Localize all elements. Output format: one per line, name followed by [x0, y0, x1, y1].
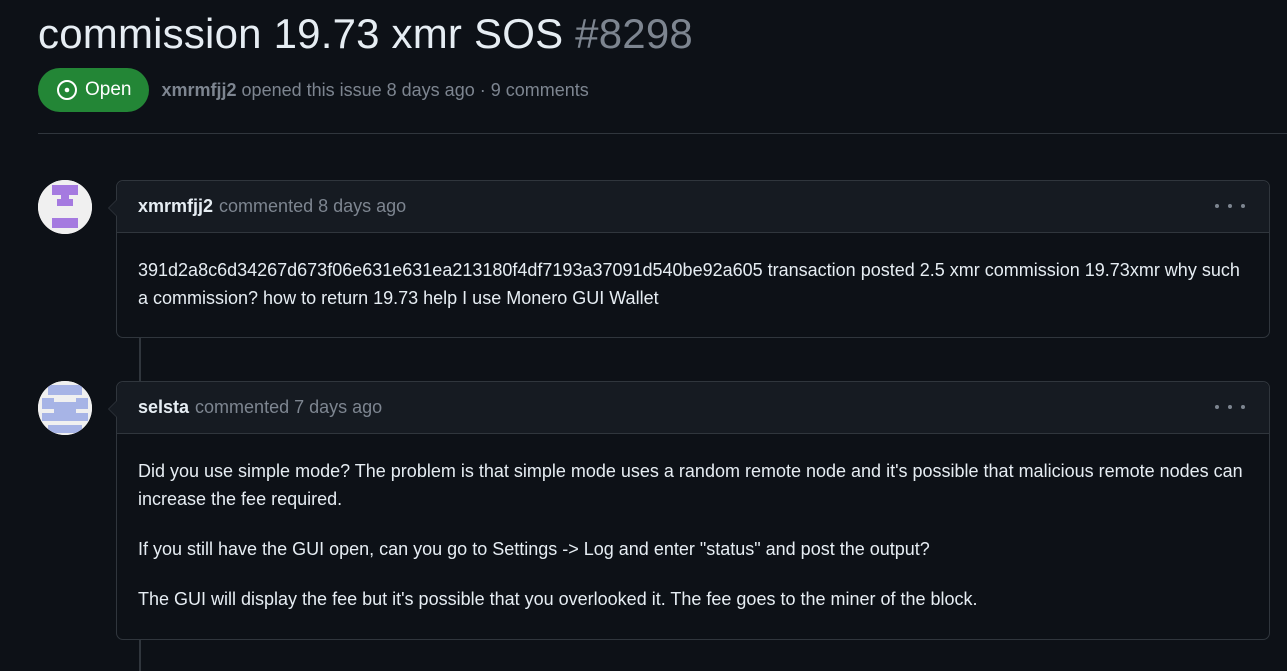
status-badge: Open	[38, 68, 150, 112]
issue-page: commission 19.73 xmr SOS #8298 Open xmrm…	[38, 0, 1287, 671]
issue-author-link[interactable]: xmrmfjj2	[161, 80, 236, 100]
comment-body: Did you use simple mode? The problem is …	[117, 434, 1269, 613]
comment-card: selsta commented 7 days ago Did you use …	[108, 381, 1270, 640]
kebab-dot-icon	[1241, 204, 1245, 208]
comment-header: xmrmfjj2 commented 8 days ago	[117, 181, 1269, 233]
issue-meta: Open xmrmfjj2 opened this issue 8 days a…	[38, 68, 589, 112]
comment-paragraph: Did you use simple mode? The problem is …	[138, 461, 1243, 509]
kebab-dot-icon	[1228, 405, 1232, 409]
comment-options-button[interactable]	[1215, 195, 1245, 217]
identicon-blue-icon	[38, 381, 92, 435]
comment-author-link[interactable]: selsta	[138, 397, 189, 418]
kebab-dot-icon	[1215, 405, 1219, 409]
comment-header: selsta commented 7 days ago	[117, 382, 1269, 434]
issue-title: commission 19.73 xmr SOS #8298	[38, 8, 693, 60]
header-divider	[38, 133, 1287, 134]
comment-author-link[interactable]: xmrmfjj2	[138, 196, 213, 217]
comment-body: 391d2a8c6d34267d673f06e631e631ea213180f4…	[117, 233, 1269, 312]
comment-timestamp[interactable]: commented 7 days ago	[195, 397, 382, 418]
comment-timestamp[interactable]: commented 8 days ago	[219, 196, 406, 217]
comment-paragraph: The GUI will display the fee but it's po…	[138, 589, 978, 609]
issue-opened-icon	[57, 80, 77, 100]
kebab-dot-icon	[1241, 405, 1245, 409]
issue-title-text: commission 19.73 xmr SOS	[38, 10, 564, 57]
issue-meta-text: xmrmfjj2 opened this issue 8 days ago · …	[161, 80, 588, 101]
comment-paragraph: If you still have the GUI open, can you …	[138, 539, 930, 559]
avatar-selsta[interactable]	[38, 381, 92, 435]
comment-card: xmrmfjj2 commented 8 days ago 391d2a8c6d…	[108, 180, 1270, 338]
status-label: Open	[85, 79, 132, 100]
kebab-dot-icon	[1228, 204, 1232, 208]
comment-options-button[interactable]	[1215, 396, 1245, 418]
avatar-xmrmfjj2[interactable]	[38, 180, 92, 234]
identicon-purple-icon	[38, 180, 92, 234]
issue-meta-detail: opened this issue 8 days ago · 9 comment…	[241, 79, 589, 100]
kebab-dot-icon	[1215, 204, 1219, 208]
comment-paragraph: 391d2a8c6d34267d673f06e631e631ea213180f4…	[138, 260, 1240, 308]
issue-number: #8298	[575, 10, 693, 57]
